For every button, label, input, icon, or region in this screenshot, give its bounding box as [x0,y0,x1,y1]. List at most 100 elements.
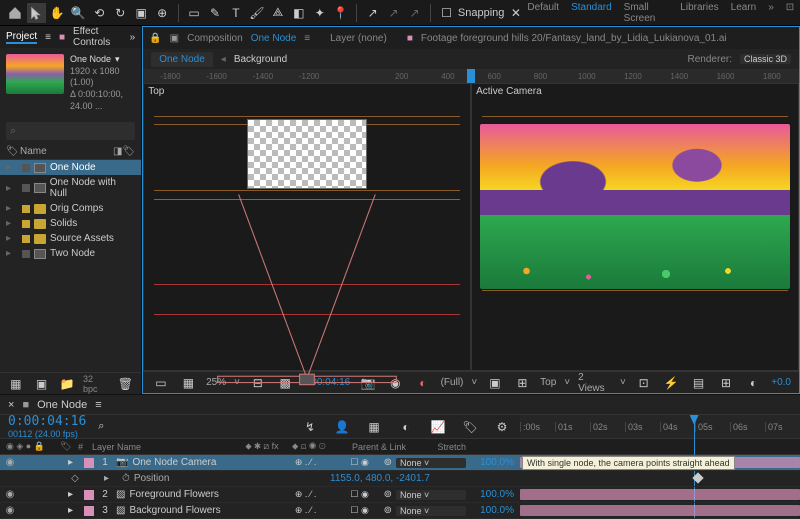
timeline-tab-menu-icon[interactable]: ≡ [95,399,101,411]
pickwhip-icon[interactable]: ⊚ [384,457,392,468]
timeline-comp-name[interactable]: One Node [37,399,87,411]
channel-icon[interactable]: ◉ [386,373,405,393]
hand-tool-icon[interactable]: ✋ [48,3,67,23]
views-dropdown[interactable]: 2 Views [578,372,612,394]
timeline-ruler[interactable]: :00s01s02s03s04s05s06s07s [520,415,800,438]
layer-color-icon[interactable] [84,458,94,468]
pen-tool-icon[interactable]: ✎ [206,3,225,23]
composition-tab-menu-icon[interactable]: ≡ [304,33,310,44]
col-number[interactable]: # [78,442,92,452]
col-name[interactable]: Name [20,146,113,157]
timeline-close-icon[interactable]: × [8,399,14,411]
pickwhip-icon[interactable]: ⊚ [384,505,392,516]
col-switches[interactable]: ⬥ ✱ ⧄ fx [232,441,292,452]
rotation-tool-icon[interactable]: ↻ [111,3,130,23]
new-comp-icon[interactable]: ▣ [32,374,52,394]
panel-overflow-icon[interactable]: » [130,32,136,43]
composition-tab-label[interactable]: Composition [187,33,243,44]
breadcrumb-active[interactable]: One Node [151,52,213,67]
parent-dropdown[interactable]: None ˅ [396,458,466,468]
transparency-icon[interactable]: ▩ [275,373,294,393]
ruler-marker[interactable] [467,69,475,83]
keyframe-icon[interactable] [692,472,703,483]
snapshot-icon[interactable]: 📷 [358,373,377,393]
layer-row[interactable]: ◉▸2▨Foreground Flowers⊕ . ⁄ .☐ ◉⊚None ˅1… [0,487,800,503]
snap-options-icon[interactable]: ✕ [506,3,525,23]
alpha-icon[interactable]: ◐ [413,373,432,393]
interpret-icon[interactable]: ▦ [6,374,26,394]
flowchart-icon[interactable]: ⊞ [716,373,735,393]
cog-icon[interactable]: ⚙ [492,417,512,437]
asset-row[interactable]: ▸Two Node [0,246,141,261]
parent-dropdown[interactable]: None ˅ [396,506,466,516]
layer-bar[interactable] [520,505,800,516]
layer-color-icon[interactable] [84,506,94,516]
viewport-top[interactable]: Top [143,83,471,371]
reset-exposure-icon[interactable]: ◐ [744,373,763,393]
zoom-dropdown[interactable]: 25% [206,377,226,388]
brush-tool-icon[interactable]: 🖌 [247,3,266,23]
viewport-active-camera[interactable]: Active Camera [471,83,799,371]
graph-editor-icon[interactable]: 📈 [428,417,448,437]
timeline-icon[interactable]: ▤ [689,373,708,393]
workspace-default[interactable]: Default [527,2,559,24]
axis-z-icon[interactable]: ↗ [405,3,424,23]
visibility-icon[interactable]: ◉ [4,505,16,516]
zoom-tool-icon[interactable]: 🔍 [69,3,88,23]
home-icon[interactable] [6,3,25,23]
asset-row[interactable]: ▸One Node with Null [0,175,141,201]
workspace-standard[interactable]: Standard [571,2,612,24]
workspace-more-icon[interactable]: » [768,2,774,24]
roi-icon[interactable]: ▣ [485,373,504,393]
trash-icon[interactable]: 🗑 [116,374,136,394]
eraser-tool-icon[interactable]: ◧ [289,3,308,23]
puppet-tool-icon[interactable]: 📍 [331,3,350,23]
parent-dropdown[interactable]: None ˅ [396,490,466,500]
clone-tool-icon[interactable]: ⟁ [268,3,287,23]
project-search[interactable]: ⌕ [6,122,135,140]
col-layer-name[interactable]: Layer Name [92,442,232,452]
workspace-learn[interactable]: Learn [731,2,757,24]
snapping-checkbox[interactable]: ☐ [437,3,456,23]
project-tab-menu-icon[interactable]: ≡ [45,32,51,43]
lock-icon[interactable]: 🔒 [149,33,161,44]
property-row[interactable]: ◇▸⏱ Position1155.0, 480.0, -2401.7 [0,471,800,487]
visibility-icon[interactable]: ◉ [4,457,16,468]
col-type-icon[interactable]: ◨ [113,146,122,157]
res-half-icon[interactable]: ⊟ [248,373,267,393]
pixel-aspect-icon[interactable]: ⊡ [634,373,653,393]
new-folder-icon[interactable]: 📁 [57,374,77,394]
motion-blur-icon[interactable]: ◐ [396,417,416,437]
tag-filter-icon[interactable]: 🏷 [460,417,480,437]
asset-row[interactable]: ▸One Node [0,160,141,175]
hide-shy-icon[interactable]: 👤 [332,417,352,437]
bpc-label[interactable]: 32 bpc [83,374,110,394]
layer-row[interactable]: ◉▸3▨Background Flowers⊕ . ⁄ .☐ ◉⊚None ˅1… [0,503,800,519]
fast-preview-icon[interactable]: ⚡ [661,373,680,393]
type-tool-icon[interactable]: T [226,3,245,23]
layer-row[interactable]: ◉▸1📷One Node Camera⊕ . ⁄ .☐ ◉⊚None ˅100.… [0,455,800,471]
col-stretch[interactable]: Stretch [422,442,472,452]
shape-tool-icon[interactable]: ▭ [185,3,204,23]
axis-x-icon[interactable]: ↗ [363,3,382,23]
viewer-timecode[interactable]: 0:00:04:16 [303,377,350,388]
layer-tab[interactable]: Layer (none) [330,33,387,44]
project-tab[interactable]: Project [6,31,37,44]
selection-tool-icon[interactable] [27,3,46,23]
layer-bar[interactable] [520,489,800,500]
footage-tab[interactable]: Footage foreground hills 20/Fantasy_land… [421,33,727,44]
current-timecode[interactable]: 0:00:04:16 [8,414,86,429]
view-dropdown[interactable]: Top [540,377,556,388]
dropdown-icon[interactable]: ▾ [115,54,120,66]
col-parent[interactable]: Parent & Link [352,442,422,452]
frame-blend-icon[interactable]: ▦ [364,417,384,437]
camera-tool-icon[interactable]: ▣ [132,3,151,23]
workspace-search-icon[interactable]: ⊡ [786,2,794,24]
exposure-value[interactable]: +0.0 [771,377,791,388]
axis-y-icon[interactable]: ↗ [384,3,403,23]
asset-row[interactable]: ▸Solids [0,216,141,231]
workspace-libraries[interactable]: Libraries [680,2,718,24]
grid-icon[interactable]: ▦ [179,373,198,393]
stopwatch-icon[interactable]: ⏱ [122,473,130,484]
guides-icon[interactable]: ⊞ [513,373,532,393]
